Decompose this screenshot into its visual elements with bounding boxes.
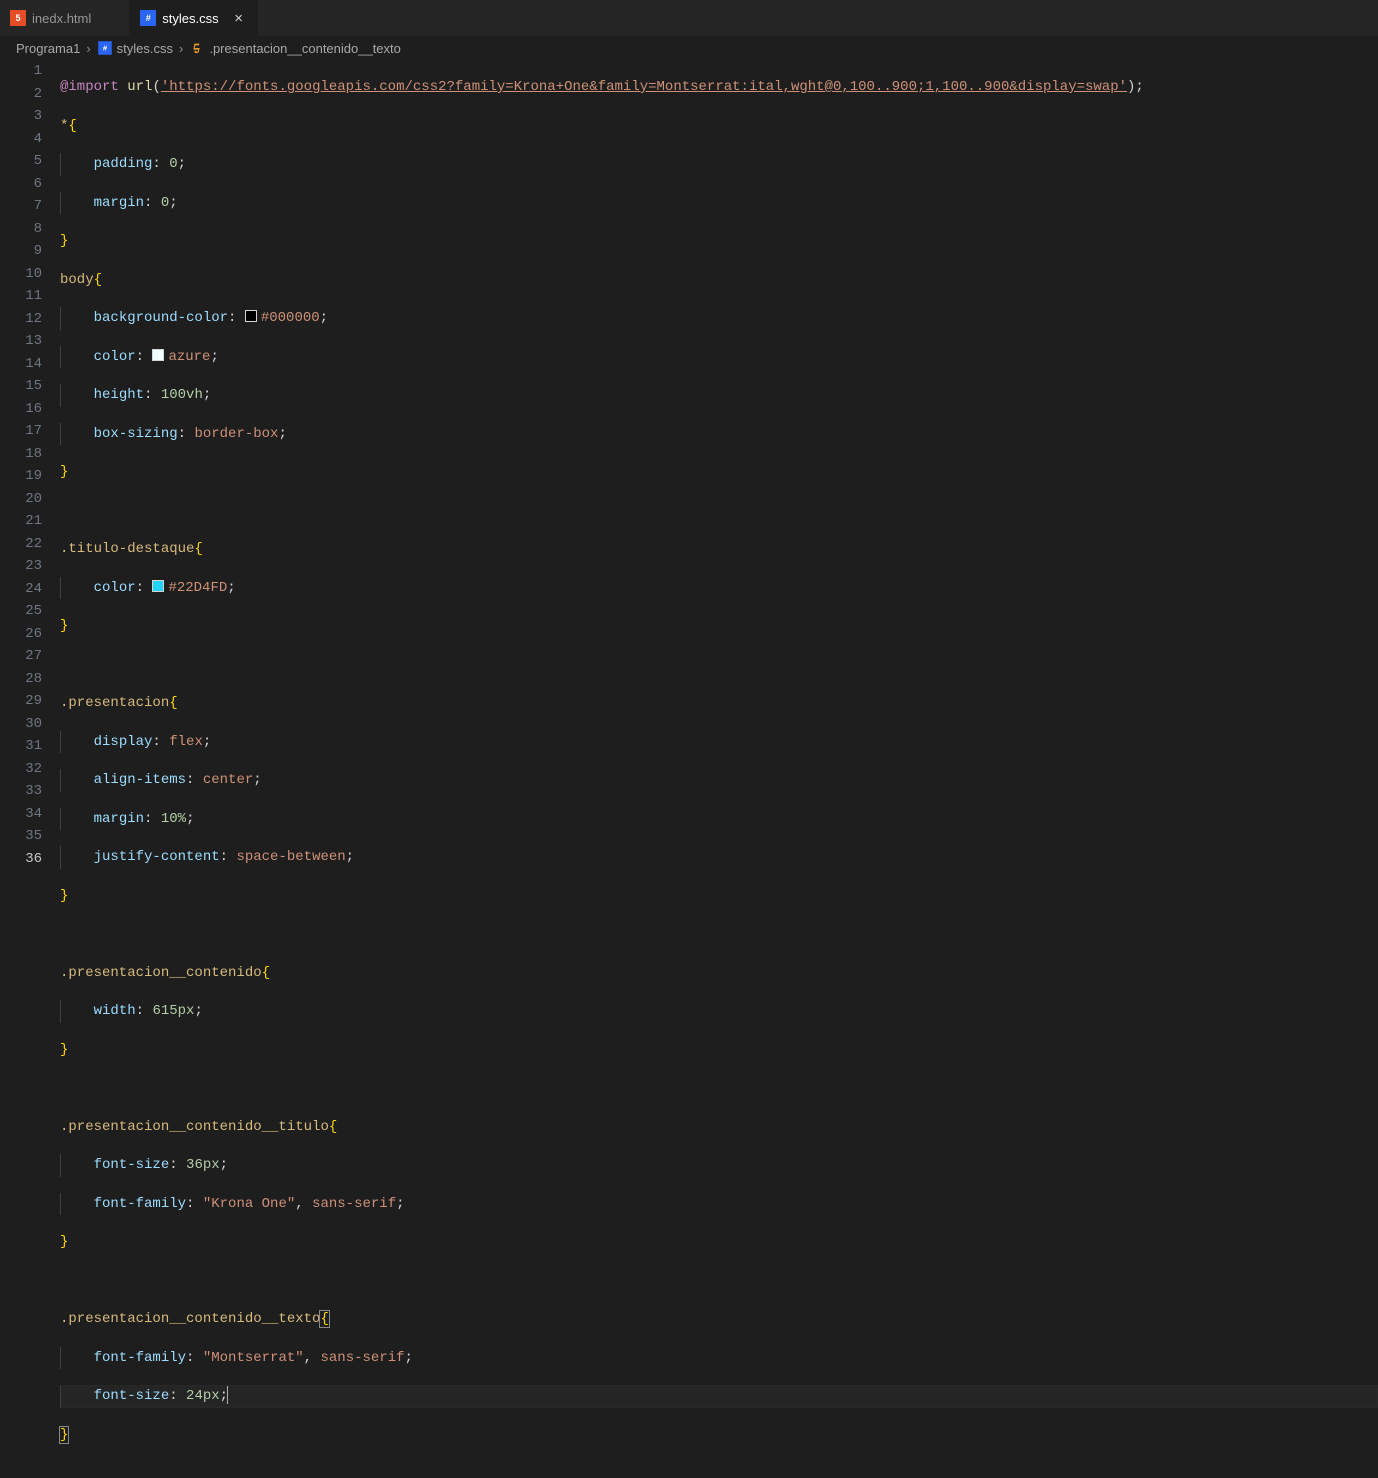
code-line[interactable]: justify-content: space-between; bbox=[60, 846, 1378, 869]
code-line[interactable]: } bbox=[60, 885, 1378, 908]
code-line[interactable]: @import url('https://fonts.googleapis.co… bbox=[60, 76, 1378, 99]
line-number: 6 bbox=[0, 173, 42, 196]
html-file-icon: 5 bbox=[10, 10, 26, 26]
code-line[interactable] bbox=[60, 923, 1378, 946]
line-number: 21 bbox=[0, 510, 42, 533]
line-number: 15 bbox=[0, 375, 42, 398]
line-number: 19 bbox=[0, 465, 42, 488]
editor[interactable]: 1 2 3 4 5 6 7 8 9 10 11 12 13 14 15 16 1… bbox=[0, 60, 1378, 961]
line-number: 18 bbox=[0, 443, 42, 466]
color-swatch-black[interactable] bbox=[245, 310, 257, 322]
code-line[interactable]: .presentacion__contenido{ bbox=[60, 962, 1378, 985]
code-line[interactable]: *{ bbox=[60, 115, 1378, 138]
code-line[interactable]: font-family: "Montserrat", sans-serif; bbox=[60, 1347, 1378, 1370]
line-number: 7 bbox=[0, 195, 42, 218]
line-number: 10 bbox=[0, 263, 42, 286]
line-number: 17 bbox=[0, 420, 42, 443]
line-number: 25 bbox=[0, 600, 42, 623]
line-number: 2 bbox=[0, 83, 42, 106]
line-number: 29 bbox=[0, 690, 42, 713]
code-area[interactable]: @import url('https://fonts.googleapis.co… bbox=[60, 60, 1378, 961]
code-line[interactable]: } bbox=[60, 1231, 1378, 1254]
code-line[interactable] bbox=[60, 1077, 1378, 1100]
code-line[interactable]: width: 615px; bbox=[60, 1000, 1378, 1023]
gutter: 1 2 3 4 5 6 7 8 9 10 11 12 13 14 15 16 1… bbox=[0, 60, 60, 961]
tab-label: inedx.html bbox=[32, 11, 91, 26]
code-line[interactable]: } bbox=[60, 230, 1378, 253]
code-line[interactable]: color: azure; bbox=[60, 346, 1378, 369]
line-number: 9 bbox=[0, 240, 42, 263]
line-number: 31 bbox=[0, 735, 42, 758]
line-number: 34 bbox=[0, 803, 42, 826]
tab-inedx-html[interactable]: 5 inedx.html × bbox=[0, 0, 130, 36]
line-number: 13 bbox=[0, 330, 42, 353]
css-file-icon: # bbox=[98, 41, 112, 55]
line-number bbox=[0, 870, 42, 893]
code-line[interactable]: box-sizing: border-box; bbox=[60, 423, 1378, 446]
code-line[interactable]: body{ bbox=[60, 269, 1378, 292]
cursor bbox=[227, 1386, 228, 1404]
color-swatch-cyan[interactable] bbox=[152, 580, 164, 592]
code-line[interactable]: background-color: #000000; bbox=[60, 307, 1378, 330]
breadcrumb[interactable]: Programa1 › # styles.css › .presentacion… bbox=[0, 36, 1378, 60]
line-number: 20 bbox=[0, 488, 42, 511]
close-icon[interactable]: × bbox=[231, 10, 247, 27]
code-line[interactable]: color: #22D4FD; bbox=[60, 577, 1378, 600]
line-number: 16 bbox=[0, 398, 42, 421]
line-number: 35 bbox=[0, 825, 42, 848]
tabs-bar: 5 inedx.html × # styles.css × bbox=[0, 0, 1378, 36]
code-line[interactable]: font-family: "Krona One", sans-serif; bbox=[60, 1193, 1378, 1216]
code-line[interactable]: .presentacion__contenido__titulo{ bbox=[60, 1116, 1378, 1139]
chevron-right-icon: › bbox=[84, 41, 92, 56]
line-number: 23 bbox=[0, 555, 42, 578]
breadcrumb-file[interactable]: styles.css bbox=[117, 41, 173, 56]
code-line[interactable]: height: 100vh; bbox=[60, 384, 1378, 407]
code-line[interactable]: } bbox=[60, 1039, 1378, 1062]
tab-styles-css[interactable]: # styles.css × bbox=[130, 0, 257, 36]
line-number: 8 bbox=[0, 218, 42, 241]
code-line[interactable]: .presentacion__contenido__texto{ bbox=[60, 1308, 1378, 1331]
line-number: 28 bbox=[0, 668, 42, 691]
code-line[interactable]: display: flex; bbox=[60, 731, 1378, 754]
line-number: 26 bbox=[0, 623, 42, 646]
line-number: 14 bbox=[0, 353, 42, 376]
code-line[interactable]: } bbox=[60, 461, 1378, 484]
line-number: 36 bbox=[0, 848, 42, 871]
line-number: 5 bbox=[0, 150, 42, 173]
code-line[interactable]: margin: 0; bbox=[60, 192, 1378, 215]
chevron-right-icon: › bbox=[177, 41, 185, 56]
code-line[interactable]: .titulo-destaque{ bbox=[60, 538, 1378, 561]
code-line[interactable]: padding: 0; bbox=[60, 153, 1378, 176]
line-number: 24 bbox=[0, 578, 42, 601]
css-class-icon bbox=[189, 40, 205, 56]
line-number: 3 bbox=[0, 105, 42, 128]
code-line[interactable]: margin: 10%; bbox=[60, 808, 1378, 831]
breadcrumb-root[interactable]: Programa1 bbox=[16, 41, 80, 56]
line-number: 27 bbox=[0, 645, 42, 668]
code-line[interactable]: .presentacion{ bbox=[60, 692, 1378, 715]
code-line[interactable] bbox=[60, 1270, 1378, 1293]
code-line[interactable] bbox=[60, 500, 1378, 523]
line-number: 12 bbox=[0, 308, 42, 331]
code-line[interactable] bbox=[60, 654, 1378, 677]
code-line[interactable]: align-items: center; bbox=[60, 769, 1378, 792]
code-line[interactable]: } bbox=[60, 1424, 1378, 1447]
line-number: 22 bbox=[0, 533, 42, 556]
line-number: 4 bbox=[0, 128, 42, 151]
breadcrumb-symbol[interactable]: .presentacion__contenido__texto bbox=[209, 41, 401, 56]
code-line[interactable]: } bbox=[60, 615, 1378, 638]
line-number: 30 bbox=[0, 713, 42, 736]
color-swatch-azure[interactable] bbox=[152, 349, 164, 361]
css-file-icon: # bbox=[140, 10, 156, 26]
code-line[interactable]: font-size: 24px; bbox=[60, 1385, 1378, 1408]
tab-label: styles.css bbox=[162, 11, 218, 26]
line-number: 33 bbox=[0, 780, 42, 803]
code-line[interactable]: font-size: 36px; bbox=[60, 1154, 1378, 1177]
line-number: 11 bbox=[0, 285, 42, 308]
line-number: 32 bbox=[0, 758, 42, 781]
line-number: 1 bbox=[0, 60, 42, 83]
